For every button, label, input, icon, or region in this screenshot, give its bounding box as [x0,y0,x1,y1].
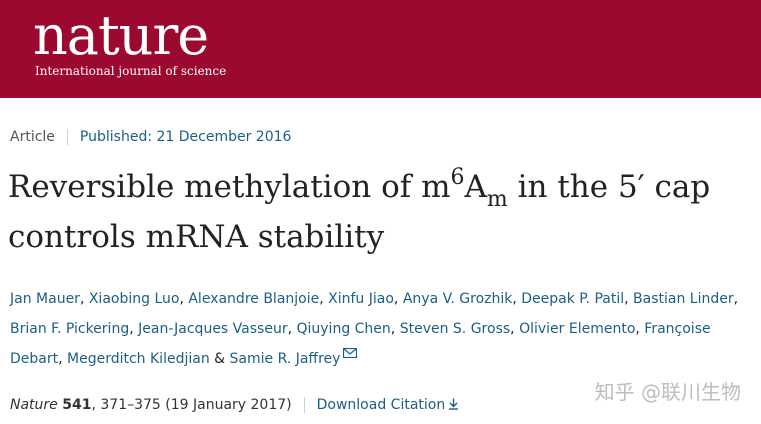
download-citation-label: Download Citation [316,397,446,413]
author-list: Jan Mauer, Xiaobing Luo, Alexandre Blanj… [10,291,739,367]
meta-divider [66,129,68,145]
author-link[interactable]: Xinfu Jiao [328,291,394,307]
citation-row: Nature 541, 371–375 (19 January 2017) Do… [10,394,459,416]
article-title: Reversible methylation of m6Am in the 5′… [8,162,748,262]
article-meta: Article Published: 21 December 2016 [10,127,291,147]
author-link[interactable]: Jean-Jacques Vasseur [138,321,287,337]
author-link[interactable]: Xiaobing Luo [89,291,180,307]
author-link[interactable]: Bastian Linder [633,291,734,307]
author-link[interactable]: Jan Mauer [10,291,80,307]
author-link[interactable]: Qiuying Chen [296,321,390,337]
author-link[interactable]: Steven S. Gross [400,321,510,337]
author-link[interactable]: Brian F. Pickering [10,321,129,337]
download-icon [449,398,459,410]
author-link[interactable]: Megerditch Kiledjian [67,351,210,367]
article-type: Article [10,129,55,145]
author-conjunction: & [214,351,226,367]
title-subscript: m [486,187,508,213]
title-part-2: A [464,169,487,205]
masthead: nature International journal of science [0,0,761,98]
nature-logo[interactable]: nature [33,4,209,68]
watermark: 知乎 @联川生物 [594,380,741,404]
citation-journal: Nature [10,397,58,413]
mail-icon[interactable] [343,348,358,358]
citation-volume: 541 [62,397,92,413]
download-citation-link[interactable]: Download Citation [317,394,460,416]
author-link[interactable]: Alexandre Blanjoie [188,291,319,307]
title-part-1: Reversible methylation of m [8,169,451,205]
author-link[interactable]: Samie R. Jaffrey [230,351,341,367]
citation-divider [303,397,305,413]
journal-tagline: International journal of science [35,64,227,78]
author-link[interactable]: Olivier Elemento [519,321,635,337]
citation-pages: , 371–375 (19 January 2017) [91,397,292,413]
author-link[interactable]: Anya V. Grozhik [403,291,513,307]
title-superscript: 6 [450,164,465,190]
published-date: Published: 21 December 2016 [79,129,292,145]
author-link[interactable]: Deepak P. Patil [521,291,624,307]
